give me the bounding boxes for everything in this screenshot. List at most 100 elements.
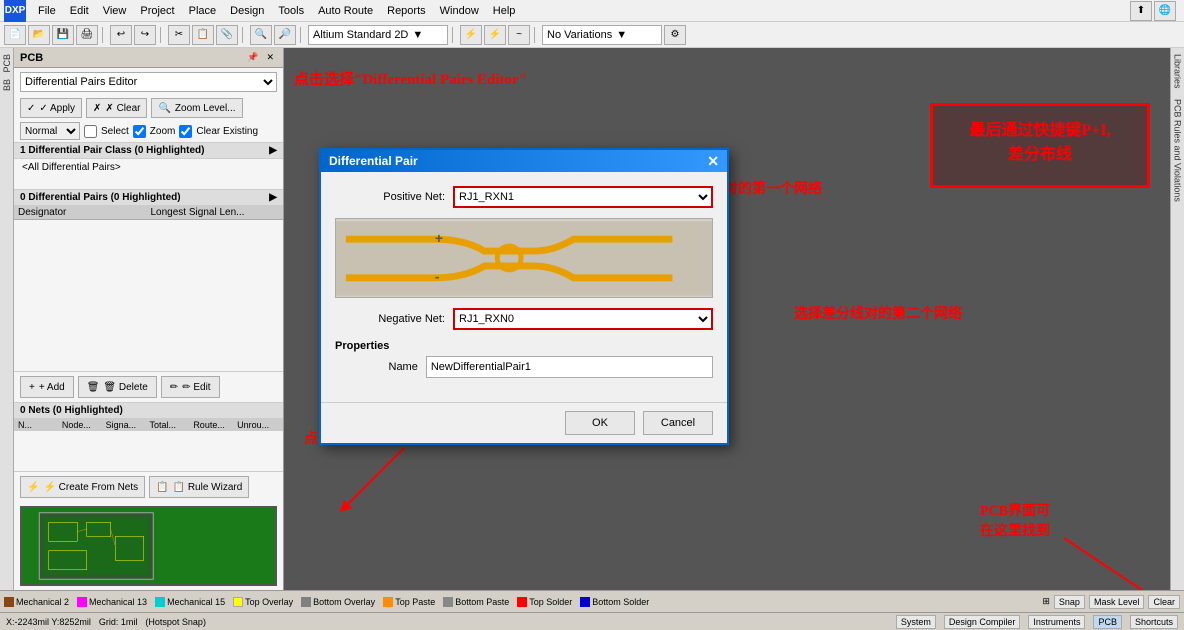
positive-net-label: Positive Net: [335, 191, 445, 203]
name-input[interactable] [426, 356, 713, 378]
illustration-svg: + - [336, 221, 712, 296]
net-col-route: Route... [193, 420, 235, 430]
nets-table-header: N... Node... Signa... Total... Route... … [14, 419, 283, 431]
select-checkbox[interactable] [84, 125, 97, 138]
diff-class-expand[interactable]: ▶ [269, 145, 277, 156]
layer-bottom-paste[interactable]: Bottom Paste [443, 597, 509, 607]
editor-dropdown[interactable]: Differential Pairs Editor [20, 72, 277, 92]
all-diff-pairs-item[interactable]: <All Differential Pairs> [20, 161, 277, 174]
dialog-footer: OK Cancel [321, 402, 727, 443]
tb-route1[interactable]: ⚡ [460, 25, 482, 45]
negative-net-row: Negative Net: RJ1_RXN0 RJ1_RXN1 GND [335, 308, 713, 330]
tb-undo[interactable]: ↩ [110, 25, 132, 45]
diff-pairs-table-header: Designator Longest Signal Len... [14, 206, 283, 220]
tb-copy[interactable]: 📋 [192, 25, 214, 45]
tab-pcb-bottom[interactable]: PCB [1093, 615, 1122, 629]
cancel-button[interactable]: Cancel [643, 411, 713, 435]
layer-mech2[interactable]: Mechanical 2 [4, 597, 69, 607]
apply-button[interactable]: ✓ ✓ Apply [20, 98, 82, 118]
tb-print[interactable]: 🖨 [76, 25, 98, 45]
tb-new[interactable]: 📄 [4, 25, 26, 45]
variations-dropdown[interactable]: No Variations ▼ [542, 25, 662, 45]
edit-button[interactable]: ✏ ✏ Edit [161, 376, 220, 398]
mask-level-button[interactable]: Mask Level [1089, 595, 1145, 609]
positive-net-select[interactable]: RJ1_RXN1 RJ1_RXN0 GND [453, 186, 713, 208]
layer-mech13-label: Mechanical 13 [89, 597, 147, 607]
menu-view[interactable]: View [97, 3, 133, 19]
zoom-level-button[interactable]: 🔍 Zoom Level... [151, 98, 242, 118]
layer-bottom-overlay[interactable]: Bottom Overlay [301, 597, 375, 607]
tab-pcb-rules[interactable]: PCB Rules and Violations [1171, 97, 1184, 204]
menu-tools[interactable]: Tools [272, 3, 310, 19]
tb-cut[interactable]: ✂ [168, 25, 190, 45]
clear-status-button[interactable]: Clear [1148, 595, 1180, 609]
rule-wizard-button[interactable]: 📋 📋 Rule Wizard [149, 476, 249, 498]
tab-system[interactable]: System [896, 615, 936, 629]
delete-button[interactable]: 🗑 🗑 Delete [78, 376, 157, 398]
clear-existing-checkbox[interactable] [179, 125, 192, 138]
menu-project[interactable]: Project [134, 3, 180, 19]
toolbar-icon-1[interactable]: ⬆ [1130, 1, 1152, 21]
zoom-label: Zoom [150, 126, 176, 137]
tb-open[interactable]: 📂 [28, 25, 50, 45]
dialog-title: Differential Pair [329, 154, 418, 168]
menu-edit[interactable]: Edit [64, 3, 95, 19]
tb-zoom-out[interactable]: 🔎 [274, 25, 296, 45]
filter-normal-select[interactable]: Normal [20, 122, 80, 140]
ok-button[interactable]: OK [565, 411, 635, 435]
tb-save[interactable]: 💾 [52, 25, 74, 45]
delete-icon: 🗑 [87, 382, 100, 393]
dialog-close-button[interactable]: ✕ [707, 154, 719, 168]
layer-top-paste[interactable]: Top Paste [383, 597, 435, 607]
layer-top-solder[interactable]: Top Solder [517, 597, 572, 607]
tab-pcb[interactable]: PCB [0, 52, 14, 75]
net-col-total: Total... [149, 420, 191, 430]
col-signal-len: Longest Signal Len... [151, 207, 280, 218]
tb-route3[interactable]: ~ [508, 25, 530, 45]
clear-button[interactable]: ✗ ✗ Clear [86, 98, 147, 118]
tb-settings[interactable]: ⚙ [664, 25, 686, 45]
menu-autoroute[interactable]: Auto Route [312, 3, 379, 19]
tab-design-compiler[interactable]: Design Compiler [944, 615, 1021, 629]
grid-info: Grid: 1mil [99, 617, 138, 627]
left-tab: PCB BB [0, 48, 14, 590]
minimap-svg [22, 508, 275, 584]
pcb-minimap[interactable] [20, 506, 277, 586]
add-button[interactable]: + + Add [20, 376, 74, 398]
right-sidebar: Libraries PCB Rules and Violations [1170, 48, 1184, 590]
view-dropdown[interactable]: Altium Standard 2D ▼ [308, 25, 448, 45]
layer-mech2-label: Mechanical 2 [16, 597, 69, 607]
menu-place[interactable]: Place [183, 3, 223, 19]
tab-bb[interactable]: BB [0, 77, 14, 93]
layer-top-overlay[interactable]: Top Overlay [233, 597, 293, 607]
panel-close[interactable]: ✕ [263, 51, 277, 64]
pcb-panel-title: PCB [20, 52, 43, 64]
layer-bottom-solder[interactable]: Bottom Solder [580, 597, 649, 607]
panel-pin[interactable]: 📌 [244, 51, 261, 64]
zoom-checkbox[interactable] [133, 125, 146, 138]
menu-help[interactable]: Help [487, 3, 522, 19]
diff-class-header: 1 Differential Pair Class (0 Highlighted… [14, 143, 283, 159]
main-toolbar: 📄 📂 💾 🖨 ↩ ↪ ✂ 📋 📎 🔍 🔎 Altium Standard 2D… [0, 22, 1184, 48]
app-logo[interactable]: DXP [4, 0, 26, 22]
layer-mech15[interactable]: Mechanical 15 [155, 597, 225, 607]
create-from-nets-button[interactable]: ⚡ ⚡ Create From Nets [20, 476, 145, 498]
tb-paste[interactable]: 📎 [216, 25, 238, 45]
tab-shortcuts[interactable]: Shortcuts [1130, 615, 1178, 629]
negative-net-select[interactable]: RJ1_RXN0 RJ1_RXN1 GND [453, 308, 713, 330]
diff-class-list: <All Differential Pairs> [14, 159, 283, 189]
toolbar-icon-2[interactable]: 🌐 [1154, 1, 1176, 21]
select-label: Select [101, 126, 129, 137]
tb-route2[interactable]: ⚡ [484, 25, 506, 45]
menu-reports[interactable]: Reports [381, 3, 432, 19]
tab-instruments[interactable]: Instruments [1028, 615, 1085, 629]
tab-libraries[interactable]: Libraries [1171, 52, 1184, 91]
tb-redo[interactable]: ↪ [134, 25, 156, 45]
menu-file[interactable]: File [32, 3, 62, 19]
menu-design[interactable]: Design [224, 3, 270, 19]
layer-mech13[interactable]: Mechanical 13 [77, 597, 147, 607]
diff-pairs-expand[interactable]: ▶ [269, 192, 277, 203]
snap-button[interactable]: Snap [1054, 595, 1085, 609]
menu-window[interactable]: Window [434, 3, 485, 19]
tb-zoom-in[interactable]: 🔍 [250, 25, 272, 45]
